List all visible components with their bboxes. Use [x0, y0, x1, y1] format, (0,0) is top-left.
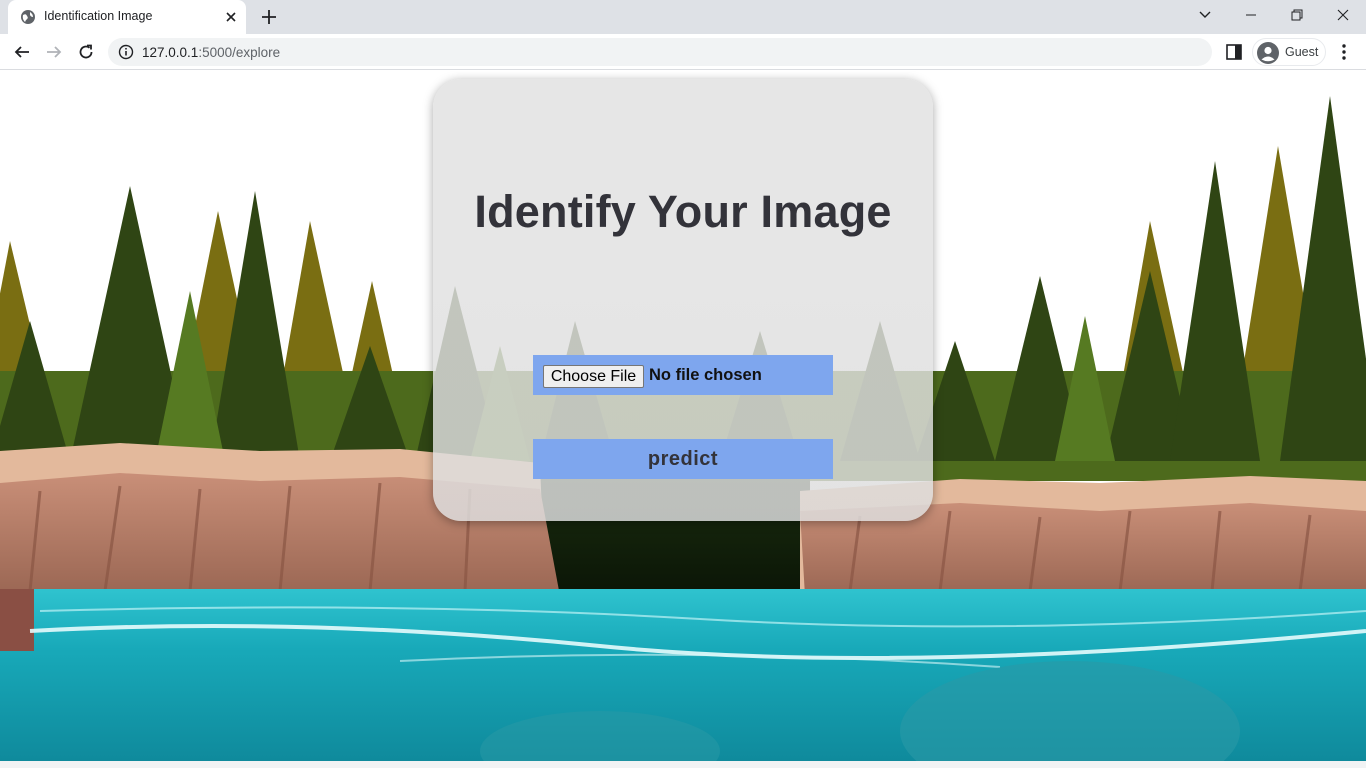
predict-button[interactable]: predict — [533, 439, 833, 479]
minimize-button[interactable] — [1228, 0, 1274, 30]
side-panel-icon[interactable] — [1224, 42, 1244, 62]
url-path: :5000/explore — [198, 45, 281, 60]
identify-card: Identify Your Image Choose File No file … — [433, 79, 933, 521]
info-icon[interactable] — [118, 44, 134, 60]
url-text[interactable]: 127.0.0.1:5000/explore — [142, 45, 280, 60]
tab-title: Identification Image — [44, 9, 153, 23]
page-viewport: Identify Your Image Choose File No file … — [0, 71, 1366, 761]
profile-button[interactable]: Guest — [1252, 38, 1326, 66]
page-title: Identify Your Image — [474, 186, 892, 237]
reload-button[interactable] — [74, 40, 98, 64]
address-bar[interactable]: 127.0.0.1:5000/explore — [108, 38, 1212, 66]
globe-icon — [21, 10, 35, 24]
restore-button[interactable] — [1274, 0, 1320, 30]
minimize-icon — [1246, 14, 1256, 16]
reload-icon — [79, 44, 93, 59]
more-menu-icon[interactable] — [1334, 40, 1354, 64]
tab-search-button[interactable] — [1182, 0, 1228, 30]
close-icon[interactable] — [222, 8, 240, 26]
close-window-button[interactable] — [1320, 0, 1366, 30]
back-arrow-icon — [14, 46, 29, 58]
new-tab-icon[interactable] — [258, 6, 280, 28]
forward-arrow-icon — [47, 46, 62, 58]
choose-file-button[interactable]: Choose File — [543, 365, 644, 388]
browser-toolbar: 127.0.0.1:5000/explore Guest — [0, 34, 1366, 70]
card-lower-panel — [433, 279, 933, 521]
browser-tab[interactable]: Identification Image — [8, 0, 246, 34]
chevron-down-icon — [1199, 11, 1211, 18]
file-input[interactable]: Choose File No file chosen — [533, 355, 833, 395]
back-button[interactable] — [10, 40, 34, 64]
file-status: No file chosen — [649, 366, 762, 384]
url-host: 127.0.0.1 — [142, 45, 199, 60]
profile-label: Guest — [1285, 45, 1319, 59]
forward-button[interactable] — [42, 40, 66, 64]
bottom-border — [0, 761, 1366, 768]
tab-strip: Identification Image — [0, 0, 1366, 34]
restore-icon — [1291, 9, 1303, 21]
avatar-icon — [1257, 42, 1279, 64]
close-icon — [1337, 9, 1349, 21]
